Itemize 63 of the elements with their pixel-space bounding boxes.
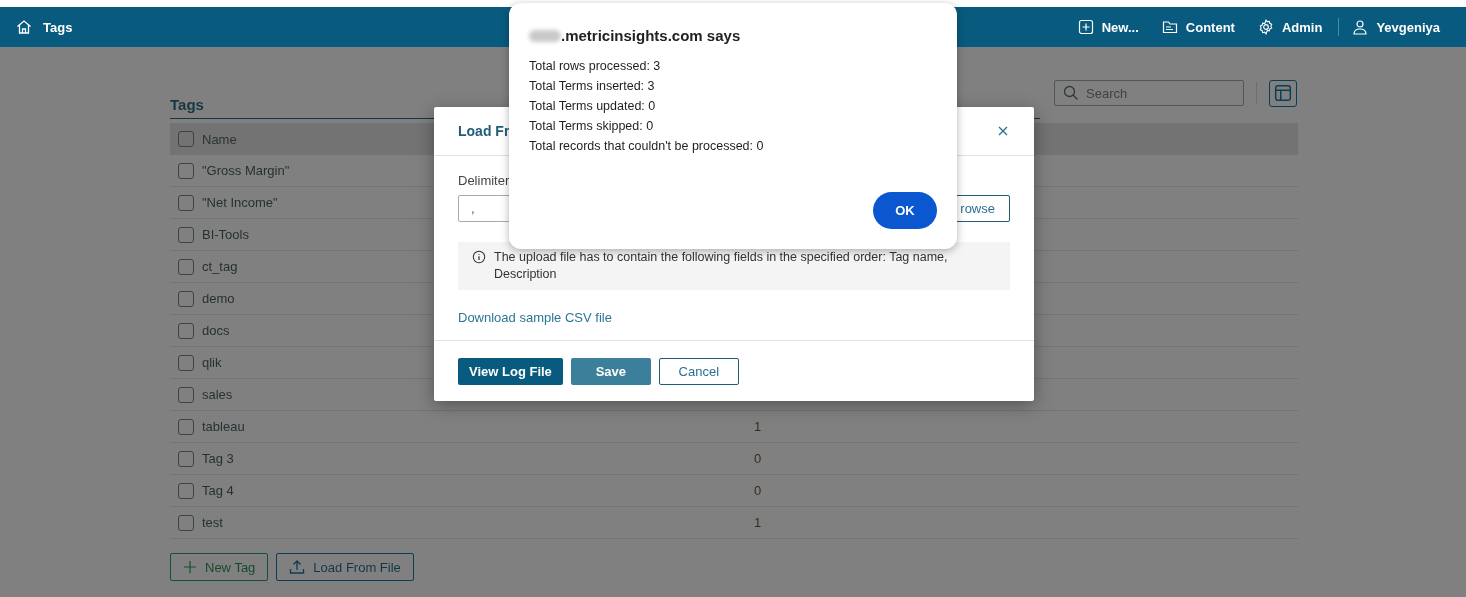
tag-name[interactable]: demo [202, 291, 235, 306]
checkbox[interactable] [178, 450, 194, 467]
view-log-button[interactable]: View Log File [458, 357, 563, 385]
checkbox[interactable] [178, 418, 194, 435]
checkbox[interactable] [178, 131, 194, 147]
alert-message: Total Terms updated: 0 [529, 98, 657, 115]
tag-name[interactable]: "Gross Margin" [202, 163, 290, 178]
column-header[interactable]: Name [202, 131, 237, 147]
tag-name[interactable]: tableau [202, 419, 245, 434]
alert-message: Total records that couldn't be processed: 0 [529, 138, 765, 155]
folder-icon [1161, 19, 1178, 35]
info-text: The upload file has to contain the following fields in the specified order: Tag name, Description [494, 249, 949, 283]
tag-name[interactable]: ct_tag [202, 259, 238, 274]
search-field[interactable]: Search [1054, 80, 1244, 106]
home-icon[interactable] [16, 19, 32, 35]
alert-message: Total rows processed: 3 [529, 58, 662, 75]
checkbox[interactable] [178, 514, 194, 531]
table-cell: 0 [754, 483, 762, 498]
info-icon [472, 250, 486, 264]
checkbox[interactable] [178, 386, 194, 403]
alert-message: Total Terms skipped: 0 [529, 118, 655, 135]
upload-icon [289, 559, 306, 575]
plus-icon [183, 560, 197, 574]
field-label: Delimiter [458, 173, 511, 188]
tag-name[interactable]: docs [202, 323, 230, 338]
checkbox[interactable] [178, 322, 194, 339]
checkbox[interactable] [178, 162, 194, 179]
page-title: Tags [43, 19, 73, 35]
header-link[interactable]: New... [1077, 19, 1139, 35]
tag-name[interactable]: BI-Tools [202, 227, 249, 242]
search-icon [1063, 85, 1079, 101]
load-file-button[interactable]: Load From File [276, 553, 414, 581]
checkbox[interactable] [178, 354, 194, 371]
ok-button[interactable]: OK [873, 192, 937, 229]
table-cell: 1 [754, 515, 762, 530]
tag-name[interactable]: qlik [202, 355, 222, 370]
table-cell: 0 [754, 451, 762, 466]
new-tag-button[interactable]: New Tag [170, 553, 269, 581]
header-link[interactable]: Admin [1257, 19, 1323, 35]
user-icon [1352, 19, 1369, 35]
checkbox[interactable] [178, 194, 194, 211]
close-icon[interactable] [998, 126, 1008, 136]
plus-icon [1077, 19, 1094, 35]
header-link[interactable]: Content [1161, 19, 1235, 35]
table-view-button[interactable] [1269, 79, 1297, 107]
save-button[interactable]: Save [570, 357, 651, 385]
tag-name[interactable]: Tag 4 [202, 483, 234, 498]
checkbox[interactable] [178, 482, 194, 499]
checkbox[interactable] [178, 226, 194, 243]
cancel-button[interactable]: Cancel [658, 357, 739, 385]
tag-name[interactable]: sales [202, 387, 233, 402]
checkbox[interactable] [178, 290, 194, 307]
tag-name[interactable]: test [202, 515, 223, 530]
settings-icon [1257, 19, 1274, 35]
table-cell: 1 [754, 419, 762, 434]
tag-name[interactable]: "Net Income" [202, 195, 278, 210]
blurred-text [529, 29, 561, 42]
alert-title: .metricinsights.com says [561, 27, 741, 44]
checkbox[interactable] [178, 258, 194, 275]
download-link[interactable]: Download sample CSV file [458, 310, 612, 325]
tag-name[interactable]: Tag 3 [202, 451, 234, 466]
dialog-title: Load Fr [458, 123, 510, 139]
user-menu[interactable]: Yevgeniya [1352, 19, 1440, 35]
